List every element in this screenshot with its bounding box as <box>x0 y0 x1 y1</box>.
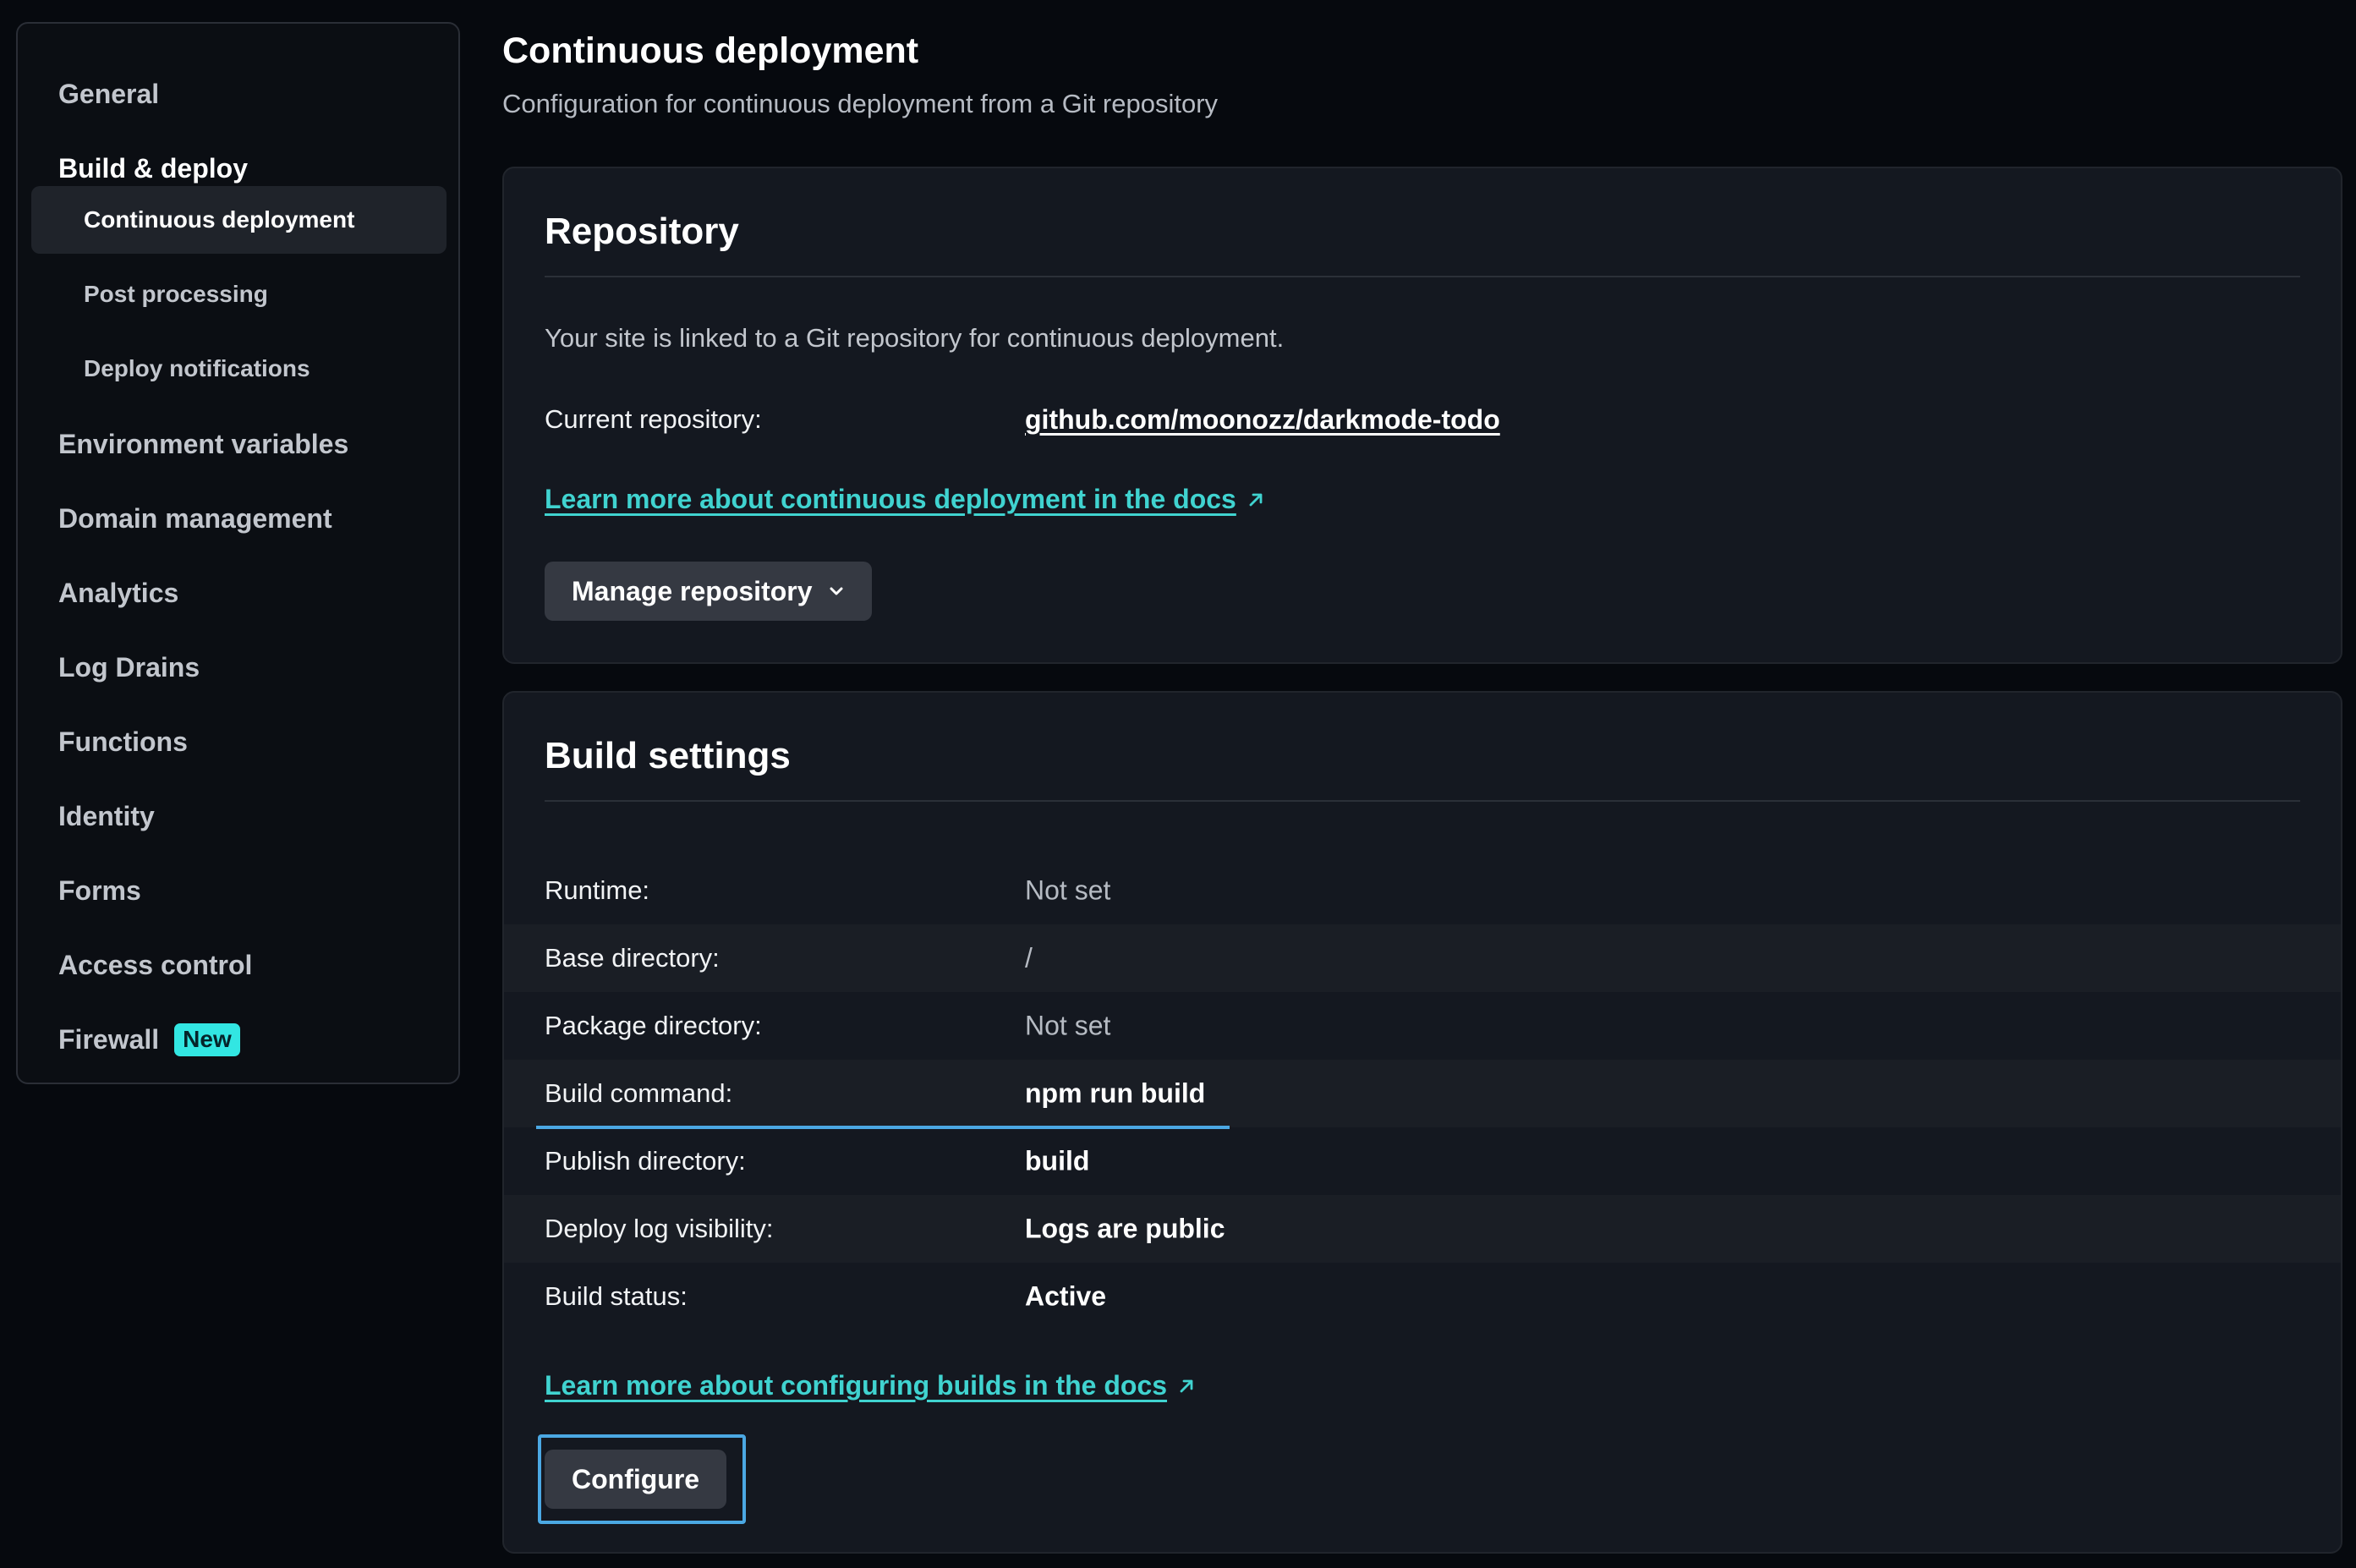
sidebar-item-label: Access control <box>58 949 253 980</box>
sidebar-item-identity[interactable]: Identity <box>58 791 155 842</box>
build-settings-divider <box>545 800 2300 802</box>
sidebar-item-functions[interactable]: Functions <box>58 716 188 767</box>
sidebar-item-label: Domain management <box>58 502 332 534</box>
sidebar-item-log-drains[interactable]: Log Drains <box>58 642 200 693</box>
build-setting-row-deploy-log-visibility: Deploy log visibility: Logs are public <box>504 1195 2341 1263</box>
sidebar-item-label: Log Drains <box>58 651 200 683</box>
build-setting-row-runtime: Runtime: Not set <box>504 857 2341 924</box>
configure-label: Configure <box>572 1463 700 1494</box>
new-badge: New <box>174 1022 240 1056</box>
sidebar-item-firewall[interactable]: Firewall New <box>58 1014 240 1065</box>
manage-repository-button[interactable]: Manage repository <box>545 562 872 621</box>
setting-label: Publish directory: <box>545 1146 746 1176</box>
setting-value: Active <box>1025 1280 1107 1312</box>
manage-repository-label: Manage repository <box>572 575 813 606</box>
repository-description: Your site is linked to a Git repository … <box>545 323 1285 353</box>
configure-button[interactable]: Configure <box>545 1450 727 1509</box>
sidebar-item-post-processing[interactable]: Post processing <box>31 260 447 328</box>
setting-label: Base directory: <box>545 943 720 973</box>
setting-value: build <box>1025 1145 1090 1176</box>
arrow-up-right-icon <box>1249 493 1263 506</box>
sidebar-item-label: Continuous deployment <box>84 206 355 233</box>
repository-divider <box>545 276 2300 277</box>
sidebar-item-label: Analytics <box>58 577 179 608</box>
setting-value: Not set <box>1025 1010 1111 1041</box>
setting-value: / <box>1025 942 1033 973</box>
current-repository-link[interactable]: github.com/moonozz/darkmode-todo <box>1025 404 1500 436</box>
build-setting-row-build-status: Build status: Active <box>504 1263 2341 1330</box>
configuring-builds-docs-link[interactable]: Learn more about configuring builds in t… <box>545 1370 1196 1401</box>
sidebar-item-label: Environment variables <box>58 428 349 459</box>
sidebar-item-general[interactable]: General <box>58 69 159 119</box>
setting-label: Build command: <box>545 1078 733 1108</box>
sidebar-item-domain-management[interactable]: Domain management <box>58 493 332 544</box>
repository-card: Repository Your site is linked to a Git … <box>502 167 2342 664</box>
docs-link-label: Learn more about configuring builds in t… <box>545 1370 1168 1401</box>
sidebar-item-environment-variables[interactable]: Environment variables <box>58 419 348 469</box>
sidebar-item-label: Build & deploy <box>58 152 248 184</box>
build-setting-row-build-command: Build command: npm run build <box>504 1060 2341 1129</box>
page-subtitle: Configuration for continuous deployment … <box>502 89 1219 118</box>
page-title: Continuous deployment <box>502 30 919 71</box>
setting-label: Package directory: <box>545 1011 762 1040</box>
sidebar-item-continuous-deployment[interactable]: Continuous deployment <box>31 186 447 254</box>
sidebar-item-label: Forms <box>58 874 141 906</box>
sidebar-item-forms[interactable]: Forms <box>58 865 141 916</box>
repository-title: Repository <box>545 211 739 252</box>
build-settings-card: Build settings Runtime: Not set Base dir… <box>502 691 2342 1554</box>
setting-label: Runtime: <box>545 875 650 905</box>
continuous-deployment-docs-link[interactable]: Learn more about continuous deployment i… <box>545 484 1265 515</box>
build-setting-row-publish-directory: Publish directory: build <box>504 1127 2341 1195</box>
sidebar-item-label: Identity <box>58 800 155 831</box>
build-settings-title: Build settings <box>545 735 791 776</box>
sidebar-item-label: Deploy notifications <box>84 355 310 381</box>
setting-value: Not set <box>1025 874 1111 906</box>
current-repository-label: Current repository: <box>545 404 762 434</box>
chevron-down-icon <box>830 587 843 595</box>
sidebar-item-access-control[interactable]: Access control <box>58 940 252 990</box>
arrow-up-right-icon <box>1180 1379 1193 1392</box>
sidebar-item-analytics[interactable]: Analytics <box>58 567 178 618</box>
sidebar-item-label: Firewall <box>58 1023 160 1055</box>
sidebar-item-label: General <box>58 78 160 109</box>
setting-value: Logs are public <box>1025 1213 1225 1244</box>
sidebar-item-deploy-notifications[interactable]: Deploy notifications <box>31 335 447 403</box>
setting-label: Build status: <box>545 1281 688 1311</box>
sidebar-item-label: Post processing <box>84 281 268 307</box>
build-setting-row-base-directory: Base directory: / <box>504 924 2341 992</box>
setting-label: Deploy log visibility: <box>545 1214 774 1243</box>
sidebar-item-label: Functions <box>58 726 188 757</box>
settings-sidebar: General Build & deploy Continuous deploy… <box>16 22 460 1084</box>
build-setting-row-package-directory: Package directory: Not set <box>504 992 2341 1060</box>
setting-value: npm run build <box>1025 1077 1206 1109</box>
docs-link-label: Learn more about continuous deployment i… <box>545 484 1236 514</box>
